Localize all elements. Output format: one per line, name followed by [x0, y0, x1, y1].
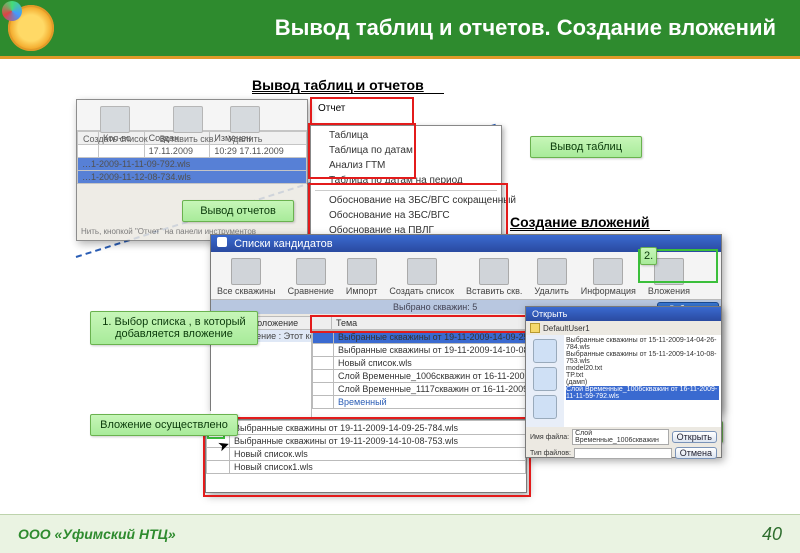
tb-delete[interactable]: Удалить [528, 252, 574, 299]
file-item[interactable]: (дамп) [566, 379, 719, 386]
tb-compare[interactable]: Сравнение [282, 252, 340, 299]
page-title: Вывод таблиц и отчетов. Создание вложени… [54, 15, 800, 41]
menu-item[interactable]: Анализ ГТМ [311, 158, 501, 173]
file-list[interactable]: Выбранные скважины от 15-11-2009-14-04-2… [564, 335, 721, 427]
tb-import[interactable]: Импорт [340, 252, 383, 299]
status-bar: Выбрано скважин: 5 [393, 302, 477, 312]
menu-item[interactable]: Таблица по датам [311, 143, 501, 158]
file-item[interactable]: model20.txt [566, 365, 719, 372]
footer: ООО «Уфимский НТЦ» 40 [0, 514, 800, 553]
file-dialog: Открыть DefaultUser1 Выбранные скважины … [525, 306, 722, 458]
tb-info[interactable]: Информация [575, 252, 642, 299]
list-item[interactable]: Новый список1.wls [207, 461, 526, 474]
top-row: …1-2009-11-12-08-734.wls [78, 171, 307, 184]
file-item-selected[interactable]: Слой Временные_1006скважин от 16-11-2009… [566, 386, 719, 400]
app-icon [217, 237, 227, 247]
tb-create[interactable]: Создать список [77, 100, 154, 130]
callout-reports: Вывод отчетов [182, 200, 294, 222]
folder-icon [530, 323, 540, 333]
bottom-window: 📎Выбранные скважины от 19-11-2009-14-09-… [205, 419, 527, 493]
report-button[interactable]: Отчет [312, 99, 412, 118]
filename-label: Имя файла: [530, 434, 569, 441]
file-item[interactable]: Выбранные скважины от 15-11-2009-14-04-2… [566, 337, 719, 351]
menu-item[interactable]: Обоснование на ЗБС/ВГС сокращенный [311, 193, 501, 208]
top-row: …1-2009-11-11-09-792.wls [78, 158, 307, 171]
filename-input[interactable]: Слой Временные_1006скважин [572, 429, 669, 445]
lookin-combo[interactable]: DefaultUser1 [543, 324, 590, 333]
menu-item[interactable]: Таблица [311, 128, 501, 143]
section-label-2: Создание вложений [510, 214, 670, 231]
places-bar[interactable] [526, 335, 564, 427]
section-label-1: Вывод таблиц и отчетов [252, 77, 444, 94]
logo-icon [8, 5, 54, 51]
open-button[interactable]: Открыть [672, 431, 717, 443]
tb-delete[interactable]: Удалить [222, 100, 268, 130]
callout-done: Вложение осуществлено [90, 414, 238, 436]
callout-step2: 2. [640, 247, 657, 265]
callout-step1: 1. Выбор списка , в который добавляется … [90, 311, 258, 345]
filetype-combo[interactable] [574, 448, 672, 459]
place-icon[interactable] [533, 395, 557, 419]
tb-insert[interactable]: Вставить скв. [460, 252, 528, 299]
tb-all[interactable]: Все скважины [211, 252, 282, 299]
footer-org: ООО «Уфимский НТЦ» [18, 526, 176, 542]
callout-tables: Вывод таблиц [530, 136, 642, 158]
place-icon[interactable] [533, 367, 557, 391]
top-row: 17.11.200910:29 17.11.2009 [78, 145, 307, 158]
list-item[interactable]: Выбранные скважины от 19-11-2009-14-10-0… [207, 435, 526, 448]
cancel-button[interactable]: Отмена [675, 447, 717, 459]
page-number: 40 [762, 524, 782, 545]
main-stage: Вывод таблиц и отчетов Создание вложений… [0, 59, 800, 514]
list-item[interactable]: Новый список.wls [207, 448, 526, 461]
tb-create[interactable]: Создать список [383, 252, 460, 299]
menu-item[interactable]: Таблица по датам на период [311, 173, 501, 188]
filetype-label: Тип файлов: [530, 450, 571, 457]
place-icon[interactable] [533, 339, 557, 363]
tb-insert[interactable]: Вставить скв. [154, 100, 222, 130]
file-item[interactable]: TP.txt [566, 372, 719, 379]
menu-item[interactable]: Обоснование на ЗБС/ВГС [311, 208, 501, 223]
list-item[interactable]: 📎Выбранные скважины от 19-11-2009-14-09-… [207, 421, 526, 435]
dialog-title: Открыть [526, 307, 721, 321]
file-item[interactable]: Выбранные скважины от 15-11-2009-14-10-0… [566, 351, 719, 365]
